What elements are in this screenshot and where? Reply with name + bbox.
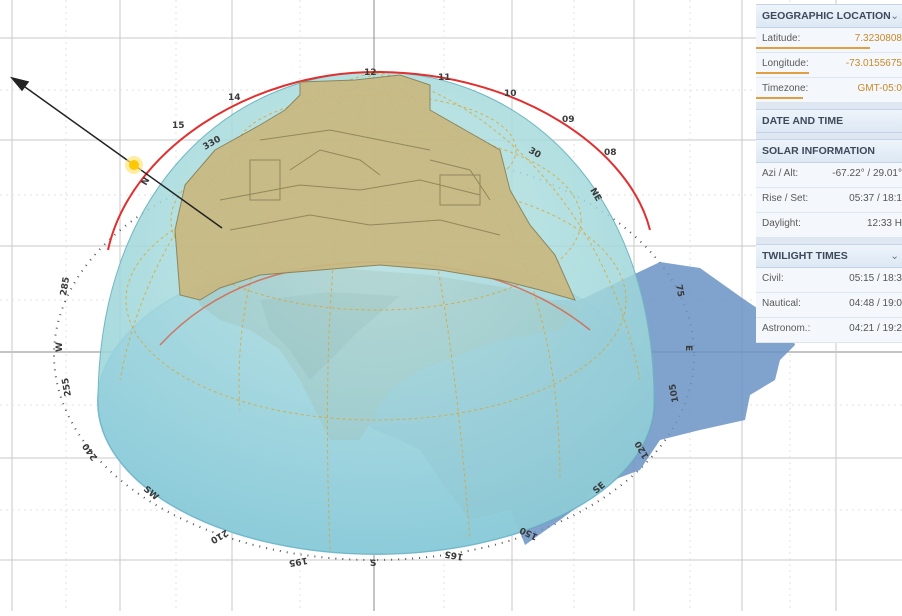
azimuth-value: -67.22° / 29.01°: [832, 168, 902, 179]
rise-set-label: Rise / Set:: [762, 193, 809, 204]
civil-row: Civil: 05:15 / 18:3: [756, 268, 902, 293]
rise-set-value: 05:37 / 18:1: [849, 193, 902, 204]
longitude-value: -73.0155675: [845, 58, 902, 69]
azimuth-label: Azi / Alt:: [762, 168, 799, 179]
deg-255: 255: [61, 377, 74, 397]
hour-12: 12: [364, 68, 377, 78]
longitude-slider[interactable]: [756, 72, 809, 74]
hour-09: 09: [562, 115, 575, 125]
nautical-label: Nautical:: [762, 298, 801, 309]
twilight-title: TWILIGHT TIMES: [762, 250, 848, 262]
deg-210: 210: [208, 527, 229, 545]
sun-icon[interactable]: [125, 156, 143, 174]
nautical-row: Nautical: 04:48 / 19:0: [756, 293, 902, 318]
latitude-row[interactable]: Latitude: 7.3230808: [756, 28, 902, 53]
timezone-row[interactable]: Timezone: GMT-05:0: [756, 78, 902, 103]
astronomical-value: 04:21 / 19:2: [849, 323, 902, 334]
info-panel: GEOGRAPHIC LOCATION ⌄ Latitude: 7.323080…: [756, 4, 902, 343]
compass-east: E: [683, 345, 693, 351]
latitude-label: Latitude:: [762, 33, 801, 44]
deg-195: 195: [288, 555, 308, 568]
astronomical-label: Astronom.:: [762, 323, 811, 334]
hour-08: 08: [604, 148, 617, 158]
deg-285: 285: [59, 276, 72, 296]
timezone-slider[interactable]: [756, 97, 803, 99]
deg-165: 165: [444, 548, 464, 561]
hour-10: 10: [504, 89, 517, 99]
longitude-label: Longitude:: [762, 58, 809, 69]
hour-15: 15: [172, 121, 185, 131]
azimuth-row: Azi / Alt: -67.22° / 29.01°: [756, 163, 902, 188]
rise-set-row: Rise / Set: 05:37 / 18:1: [756, 188, 902, 213]
daylight-label: Daylight:: [762, 218, 801, 229]
longitude-row[interactable]: Longitude: -73.0155675: [756, 53, 902, 78]
timezone-value: GMT-05:0: [857, 83, 902, 94]
civil-label: Civil:: [762, 273, 784, 284]
hour-11: 11: [438, 73, 451, 83]
solar-info-header[interactable]: SOLAR INFORMATION: [756, 139, 902, 163]
hour-14: 14: [228, 93, 241, 103]
twilight-header[interactable]: TWILIGHT TIMES ⌄: [756, 244, 902, 268]
timezone-label: Timezone:: [762, 83, 809, 94]
compass-west: W: [55, 342, 65, 352]
astronomical-row: Astronom.: 04:21 / 19:2: [756, 318, 902, 343]
daylight-value: 12:33 H: [866, 218, 902, 229]
nautical-value: 04:48 / 19:0: [849, 298, 902, 309]
date-time-header[interactable]: DATE AND TIME: [756, 109, 902, 133]
deg-240: 240: [81, 441, 100, 462]
chevron-down-icon[interactable]: ⌄: [890, 245, 899, 267]
latitude-slider[interactable]: [756, 47, 870, 49]
chevron-down-icon[interactable]: ⌄: [890, 5, 899, 27]
civil-value: 05:15 / 18:3: [849, 273, 902, 284]
compass-south: S: [370, 559, 376, 569]
solar-info-title: SOLAR INFORMATION: [762, 145, 875, 157]
geo-location-title: GEOGRAPHIC LOCATION: [762, 10, 891, 22]
daylight-row: Daylight: 12:33 H: [756, 213, 902, 238]
date-time-title: DATE AND TIME: [762, 115, 844, 127]
geo-location-header[interactable]: GEOGRAPHIC LOCATION ⌄: [756, 4, 902, 28]
